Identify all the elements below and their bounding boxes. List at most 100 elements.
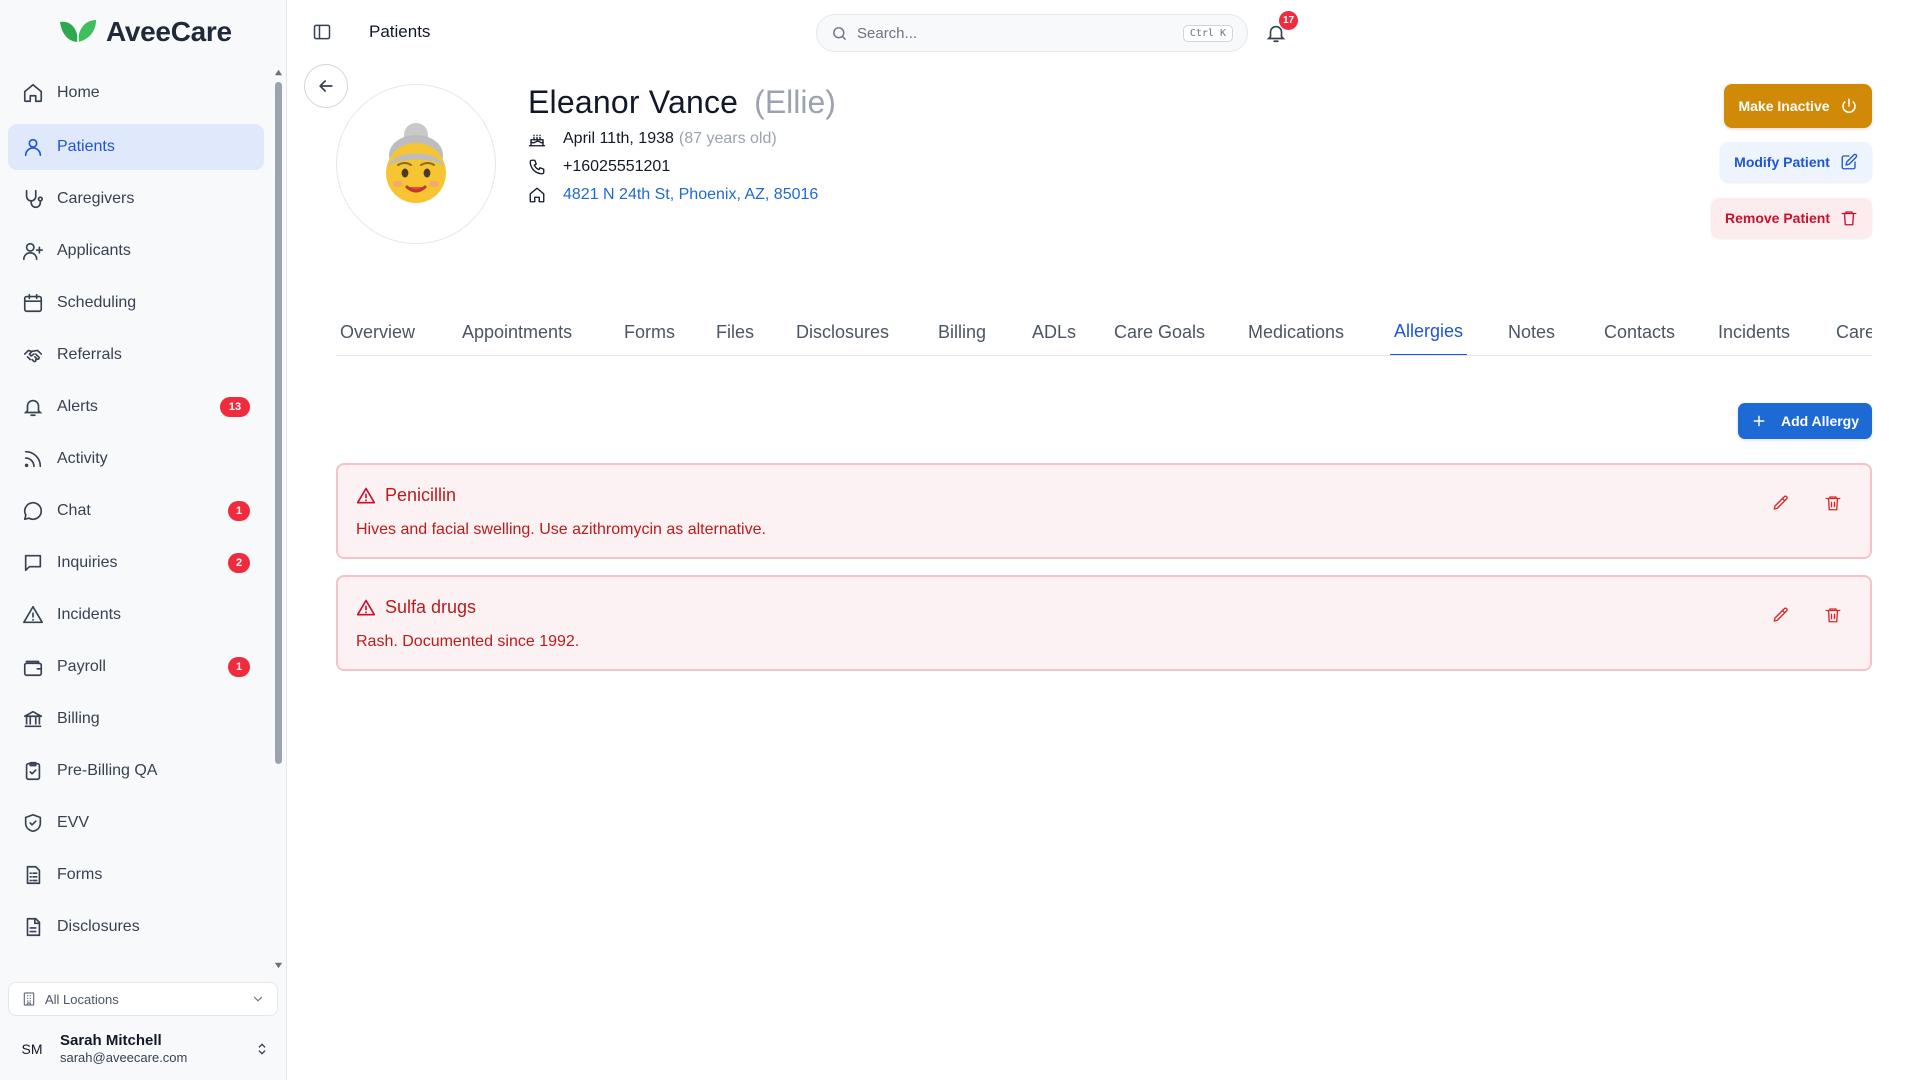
building-icon [23, 992, 35, 1006]
sidebar-item-label: Payroll [57, 658, 106, 675]
allergy-description: Rash. Documented since 1992. [356, 633, 580, 650]
tab-files[interactable]: Files [712, 308, 758, 355]
sidebar-item-inquiries[interactable]: Inquiries 2 [8, 540, 264, 586]
tab-incidents[interactable]: Incidents [1714, 308, 1794, 355]
sidebar-item-referrals[interactable]: Referrals [8, 332, 264, 378]
arrow-left-icon [319, 80, 333, 92]
stethoscope-icon [25, 189, 43, 209]
home-icon [23, 83, 43, 103]
tab-allergies[interactable]: Allergies [1390, 308, 1468, 355]
chevrons-up-down-icon [258, 1043, 266, 1055]
make-inactive-button[interactable]: Make Inactive [1724, 84, 1872, 128]
remove-patient-button[interactable]: Remove Patient [1711, 198, 1872, 238]
patient-tabs: Overview Appointments Forms Files Disclo… [336, 308, 1872, 356]
sidebar-item-incidents[interactable]: Incidents [8, 592, 264, 638]
tab-adls[interactable]: ADLs [1028, 308, 1080, 355]
warning-icon [356, 599, 376, 615]
tab-care-plans[interactable]: Care Plans [1832, 308, 1872, 355]
chevron-down-icon [253, 996, 263, 1002]
tab-care-goals[interactable]: Care Goals [1110, 308, 1209, 355]
user-icon [24, 138, 42, 157]
user-plus-icon [23, 242, 43, 261]
calendar-icon [23, 293, 43, 313]
sidebar-item-payroll[interactable]: Payroll 1 [8, 644, 264, 690]
edit-icon [1841, 153, 1858, 170]
sidebar-item-label: Pre-Billing QA [57, 762, 158, 779]
patient-phone-row: +16025551201 [528, 158, 670, 176]
user-name: Sarah Mitchell [60, 1032, 162, 1050]
add-allergy-label: Add Allergy [1780, 413, 1860, 429]
tab-medications[interactable]: Medications [1244, 308, 1348, 355]
sidebar-item-alerts[interactable]: Alerts 13 [8, 384, 264, 430]
tab-disclosures[interactable]: Disclosures [792, 308, 893, 355]
patient-phone[interactable]: +16025551201 [563, 158, 670, 176]
app-name: AveeCare [106, 16, 232, 47]
chat-icon [23, 501, 43, 521]
notification-count-badge: 17 [1279, 11, 1298, 30]
user-email: sarah@aveecare.com [60, 1050, 188, 1066]
tab-billing[interactable]: Billing [934, 308, 990, 355]
patient-photo [336, 84, 496, 244]
sidebar-item-applicants[interactable]: Applicants [8, 228, 264, 274]
sidebar-scrollbar-thumb[interactable] [275, 82, 282, 764]
search-input[interactable] [857, 24, 1183, 42]
warning-icon [356, 487, 376, 503]
sidebar-item-chat[interactable]: Chat 1 [8, 488, 264, 534]
sidebar-item-label: Inquiries [57, 554, 118, 571]
power-icon [1841, 98, 1856, 113]
edit-allergy-pencil-icon[interactable] [1772, 494, 1790, 512]
patient-address-link[interactable]: 4821 N 24th St, Phoenix, AZ, 85016 [563, 186, 818, 204]
sidebar-item-forms[interactable]: Forms [8, 852, 264, 898]
sidebar-item-label: Home [57, 84, 100, 101]
document-icon [26, 917, 41, 937]
sidebar-item-disclosures[interactable]: Disclosures [8, 904, 264, 950]
tab-forms[interactable]: Forms [620, 308, 679, 355]
patient-name: Eleanor Vance [528, 84, 739, 120]
sidebar-item-caregivers[interactable]: Caregivers [8, 176, 264, 222]
birthday-cake-icon [528, 134, 546, 147]
sidebar-item-activity[interactable]: Activity [8, 436, 264, 482]
sidebar-item-label: Chat [57, 502, 91, 519]
handshake-icon [23, 349, 43, 363]
app-logo[interactable]: AveeCare [56, 14, 232, 50]
chat-badge: 1 [228, 501, 250, 521]
payroll-badge: 1 [228, 657, 250, 677]
search-bar[interactable]: Ctrl K [816, 14, 1248, 52]
sidebar-item-patients[interactable]: Patients [8, 124, 264, 170]
location-select[interactable]: All Locations [8, 982, 278, 1016]
sidebar-item-evv[interactable]: EVV [8, 800, 264, 846]
bank-icon [23, 710, 43, 728]
sidebar-nav: Home Patients Caregivers Applicants Sche… [0, 70, 278, 968]
scroll-down-arrow-icon[interactable] [274, 961, 283, 970]
edit-allergy-pencil-icon[interactable] [1772, 606, 1790, 624]
tab-notes[interactable]: Notes [1504, 308, 1559, 355]
sidebar-item-scheduling[interactable]: Scheduling [8, 280, 264, 326]
sidebar-item-label: EVV [57, 814, 90, 831]
scroll-up-arrow-icon[interactable] [274, 68, 283, 77]
user-menu[interactable]: SM Sarah Mitchell sarah@aveecare.com [8, 1024, 278, 1074]
delete-allergy-trash-icon[interactable] [1824, 606, 1842, 624]
make-inactive-label: Make Inactive [1738, 98, 1830, 114]
allergy-title: Penicillin [356, 485, 456, 506]
allergy-name: Sulfa drugs [385, 597, 477, 617]
patient-name-row: Eleanor Vance (Ellie) [528, 84, 836, 121]
message-square-icon [24, 554, 42, 572]
rss-icon [24, 450, 42, 468]
tab-appointments[interactable]: Appointments [458, 308, 576, 355]
patient-nickname: (Ellie) [754, 84, 836, 120]
back-button[interactable] [304, 64, 348, 108]
tab-overview[interactable]: Overview [336, 308, 419, 355]
sidebar-item-pre-billing-qa[interactable]: Pre-Billing QA [8, 748, 264, 794]
warning-icon [23, 605, 43, 624]
allergy-card: Penicillin Hives and facial swelling. Us… [336, 463, 1872, 559]
sidebar-item-billing[interactable]: Billing [8, 696, 264, 742]
sidebar-toggle-icon[interactable] [312, 22, 332, 42]
tab-contacts[interactable]: Contacts [1600, 308, 1679, 355]
sidebar-item-home[interactable]: Home [8, 70, 264, 116]
delete-allergy-trash-icon[interactable] [1824, 494, 1842, 512]
add-allergy-button[interactable]: Add Allergy [1738, 403, 1872, 439]
modify-patient-button[interactable]: Modify Patient [1720, 142, 1872, 182]
patient-birthdate-row: April 11th, 1938 (87 years old) [528, 130, 777, 148]
patient-address-row: 4821 N 24th St, Phoenix, AZ, 85016 [528, 186, 818, 204]
page-title: Patients [369, 22, 431, 41]
